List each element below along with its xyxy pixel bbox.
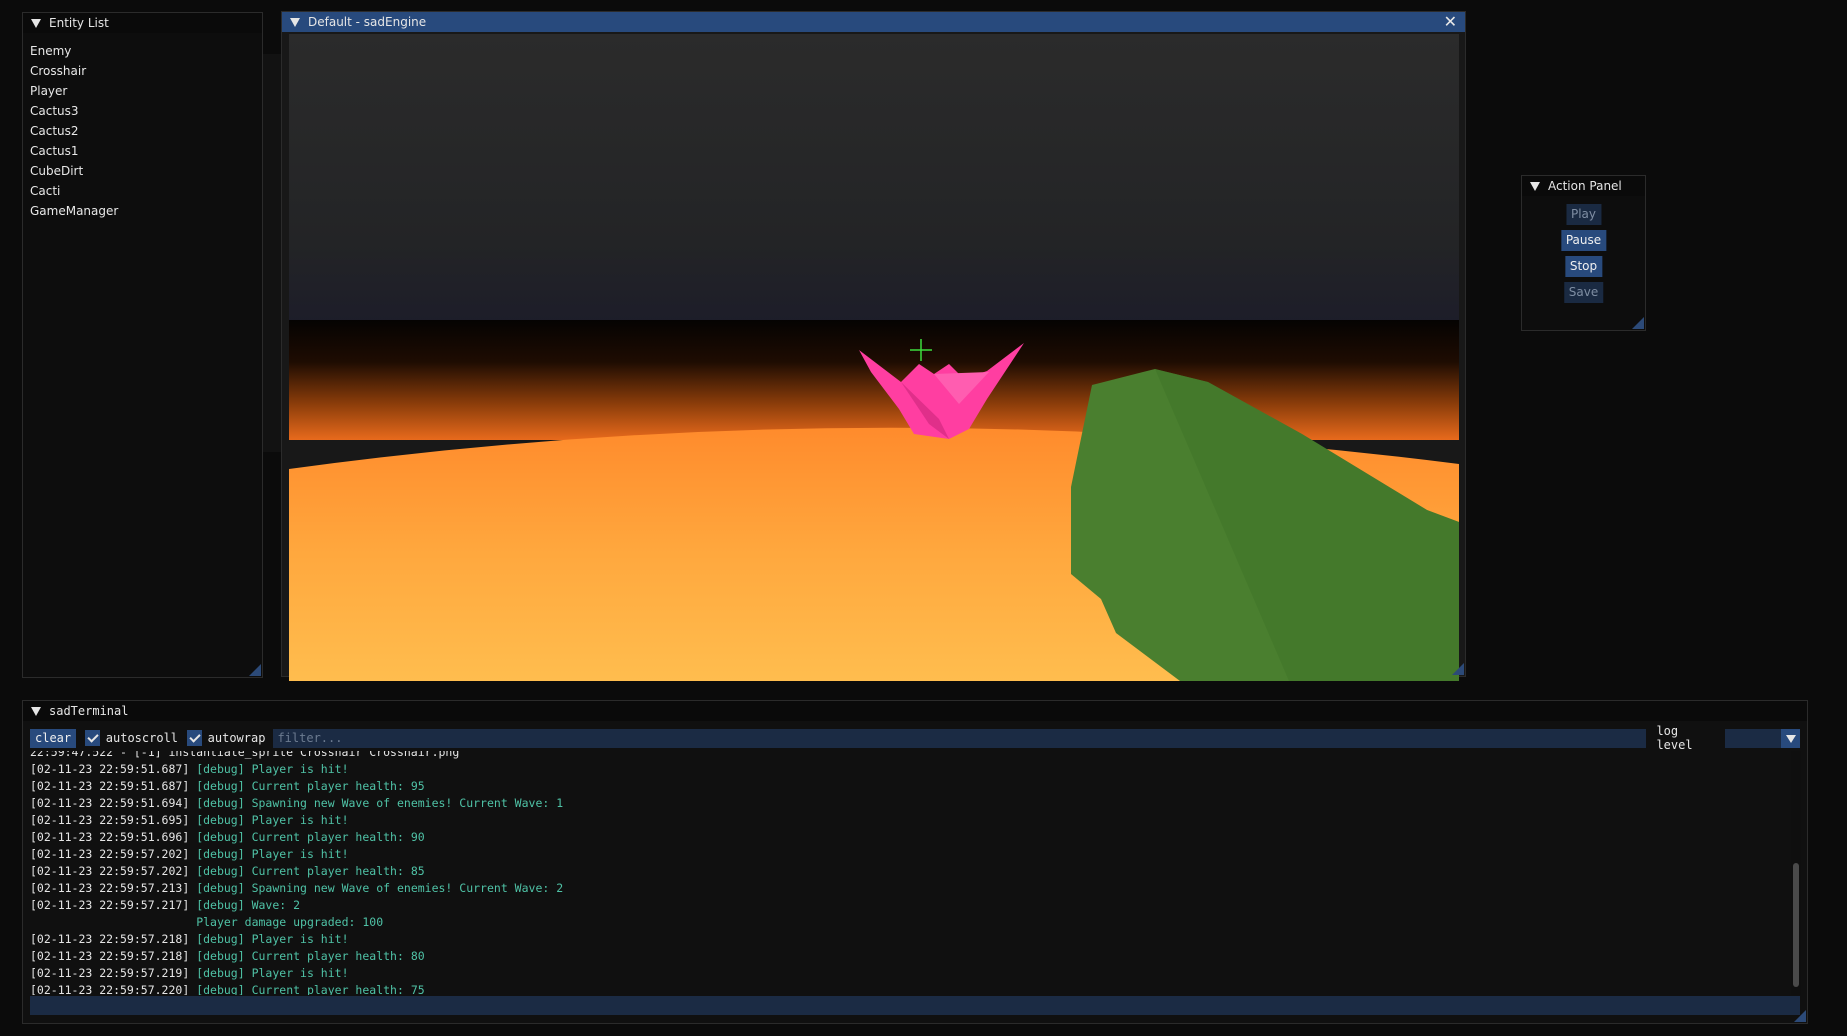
autoscroll-checkbox[interactable]: [85, 730, 100, 746]
command-input[interactable]: [30, 996, 1800, 1015]
log-message: [debug] Player is hit!: [196, 762, 349, 776]
log-timestamp: [30, 915, 189, 929]
log-line: [02-11-23 22:59:57.202] [debug] Player i…: [30, 846, 1790, 863]
terminal-titlebar[interactable]: sadTerminal: [23, 701, 1807, 721]
log-message: [debug] Player is hit!: [196, 847, 349, 861]
log-timestamp: [02-11-23 22:59:57.217]: [30, 898, 190, 912]
log-message: [debug] Player is hit!: [196, 813, 349, 827]
viewport-titlebar[interactable]: Default - sadEngine: [282, 12, 1465, 32]
log-message: [debug] Player is hit!: [196, 966, 349, 980]
log-message: [debug] Current player health: 85: [196, 864, 425, 878]
log-timestamp: [02-11-23 22:59:51.694]: [30, 796, 190, 810]
log-line: [02-11-23 22:59:51.687] [debug] Current …: [30, 778, 1790, 795]
log-line: [02-11-23 22:59:51.696] [debug] Current …: [30, 829, 1790, 846]
resize-grip-icon[interactable]: [1632, 317, 1644, 329]
log-message: Player damage upgraded: 100: [196, 915, 384, 929]
log-timestamp: [02-11-23 22:59:57.202]: [30, 864, 190, 878]
log-line-partial: 22:59:47.522 - [-1] instantiate_sprite C…: [30, 751, 460, 759]
save-button[interactable]: Save: [1563, 282, 1604, 303]
log-message: [debug] Spawning new Wave of enemies! Cu…: [196, 881, 564, 895]
entity-list-titlebar[interactable]: Entity List: [23, 13, 262, 33]
entity-item[interactable]: GameManager: [30, 201, 262, 221]
chevron-down-icon[interactable]: [1781, 728, 1800, 748]
log-timestamp: [02-11-23 22:59:57.213]: [30, 881, 190, 895]
log-line: [02-11-23 22:59:57.218] [debug] Player i…: [30, 931, 1790, 948]
entity-item[interactable]: CubeDirt: [30, 161, 262, 181]
log-timestamp: [02-11-23 22:59:57.219]: [30, 966, 190, 980]
log-line: [02-11-23 22:59:51.695] [debug] Player i…: [30, 812, 1790, 829]
stop-button[interactable]: Stop: [1564, 256, 1603, 277]
entity-item[interactable]: Player: [30, 81, 262, 101]
entity-item[interactable]: Crosshair: [30, 61, 262, 81]
collapse-triangle-icon[interactable]: [31, 706, 41, 716]
log-timestamp: [02-11-23 22:59:57.218]: [30, 932, 190, 946]
autowrap-checkbox[interactable]: [187, 730, 202, 746]
action-panel: Action Panel Play Pause Stop Save: [1521, 175, 1646, 331]
entity-item[interactable]: Cactus3: [30, 101, 262, 121]
viewport-window: Default - sadEngine ✕: [281, 11, 1466, 681]
entity-item[interactable]: Cactus1: [30, 141, 262, 161]
log-message: [debug] Wave: 2: [196, 898, 301, 912]
collapse-triangle-icon[interactable]: [1530, 181, 1540, 191]
collapse-triangle-icon[interactable]: [31, 18, 41, 28]
log-scrollbar[interactable]: [1791, 751, 1801, 995]
log-message: [debug] Current player health: 80: [196, 949, 425, 963]
background-window-edge: [263, 54, 282, 452]
action-panel-title: Action Panel: [1548, 179, 1622, 193]
log-timestamp: [02-11-23 22:59:51.687]: [30, 779, 190, 793]
log-message: [debug] Current player health: 75: [196, 983, 425, 995]
entity-item[interactable]: Cacti: [30, 181, 262, 201]
scrollbar-thumb[interactable]: [1793, 863, 1799, 987]
log-timestamp: [02-11-23 22:59:51.695]: [30, 813, 190, 827]
resize-grip-icon[interactable]: [249, 664, 261, 676]
filter-input[interactable]: filter...: [273, 728, 1647, 748]
close-icon[interactable]: ✕: [1444, 13, 1457, 31]
autoscroll-label: autoscroll: [105, 731, 179, 745]
log-message: [debug] Current player health: 95: [196, 779, 425, 793]
log-line: [02-11-23 22:59:57.213] [debug] Spawning…: [30, 880, 1790, 897]
log-line: [02-11-23 22:59:57.202] [debug] Current …: [30, 863, 1790, 880]
horizon-glow: [289, 320, 1459, 440]
log-output[interactable]: 22:59:47.522 - [-1] instantiate_sprite C…: [30, 751, 1790, 995]
log-line: [02-11-23 22:59:51.687] [debug] Player i…: [30, 761, 1790, 778]
entity-list-panel: Entity List Enemy Crosshair Player Cactus3 C…: [22, 12, 263, 678]
resize-grip-icon[interactable]: [1794, 1010, 1806, 1022]
entity-list-title: Entity List: [49, 16, 109, 30]
log-line: [02-11-23 22:59:57.217] [debug] Wave: 2: [30, 897, 1790, 914]
log-message: [debug] Spawning new Wave of enemies! Cu…: [196, 796, 564, 810]
log-line: [02-11-23 22:59:51.694] [debug] Spawning…: [30, 795, 1790, 812]
log-timestamp: [02-11-23 22:59:51.696]: [30, 830, 190, 844]
game-scene-viewport[interactable]: [289, 34, 1459, 681]
log-timestamp: [02-11-23 22:59:57.218]: [30, 949, 190, 963]
terminal-panel: sadTerminal clear autoscroll autowrap fi…: [22, 700, 1808, 1024]
log-level-label: log level: [1656, 724, 1693, 752]
log-message: [debug] Current player health: 90: [196, 830, 425, 844]
viewport-title: Default - sadEngine: [308, 15, 427, 29]
log-line: Player damage upgraded: 100: [30, 914, 1790, 931]
entity-list: Enemy Crosshair Player Cactus3 Cactus2 Cactus…: [23, 33, 262, 221]
sky: [289, 34, 1459, 334]
clear-button[interactable]: clear: [30, 728, 77, 748]
terminal-title: sadTerminal: [49, 704, 129, 718]
resize-grip-icon[interactable]: [1452, 663, 1464, 675]
entity-item[interactable]: Cactus2: [30, 121, 262, 141]
play-button[interactable]: Play: [1565, 204, 1602, 225]
log-timestamp: [02-11-23 22:59:57.202]: [30, 847, 190, 861]
autowrap-label: autowrap: [207, 731, 266, 745]
log-line: [02-11-23 22:59:57.218] [debug] Current …: [30, 948, 1790, 965]
entity-item[interactable]: Enemy: [30, 41, 262, 61]
log-level-select[interactable]: [1724, 728, 1800, 748]
log-message: [debug] Player is hit!: [196, 932, 349, 946]
collapse-triangle-icon[interactable]: [290, 17, 300, 27]
log-line: [02-11-23 22:59:57.219] [debug] Player i…: [30, 965, 1790, 982]
pause-button[interactable]: Pause: [1560, 230, 1607, 251]
log-timestamp: [02-11-23 22:59:51.687]: [30, 762, 190, 776]
log-line: [02-11-23 22:59:57.220] [debug] Current …: [30, 982, 1790, 995]
terminal-toolbar: clear autoscroll autowrap filter... log …: [30, 724, 1800, 752]
log-timestamp: [02-11-23 22:59:57.220]: [30, 983, 190, 995]
action-panel-titlebar[interactable]: Action Panel: [1522, 176, 1645, 196]
